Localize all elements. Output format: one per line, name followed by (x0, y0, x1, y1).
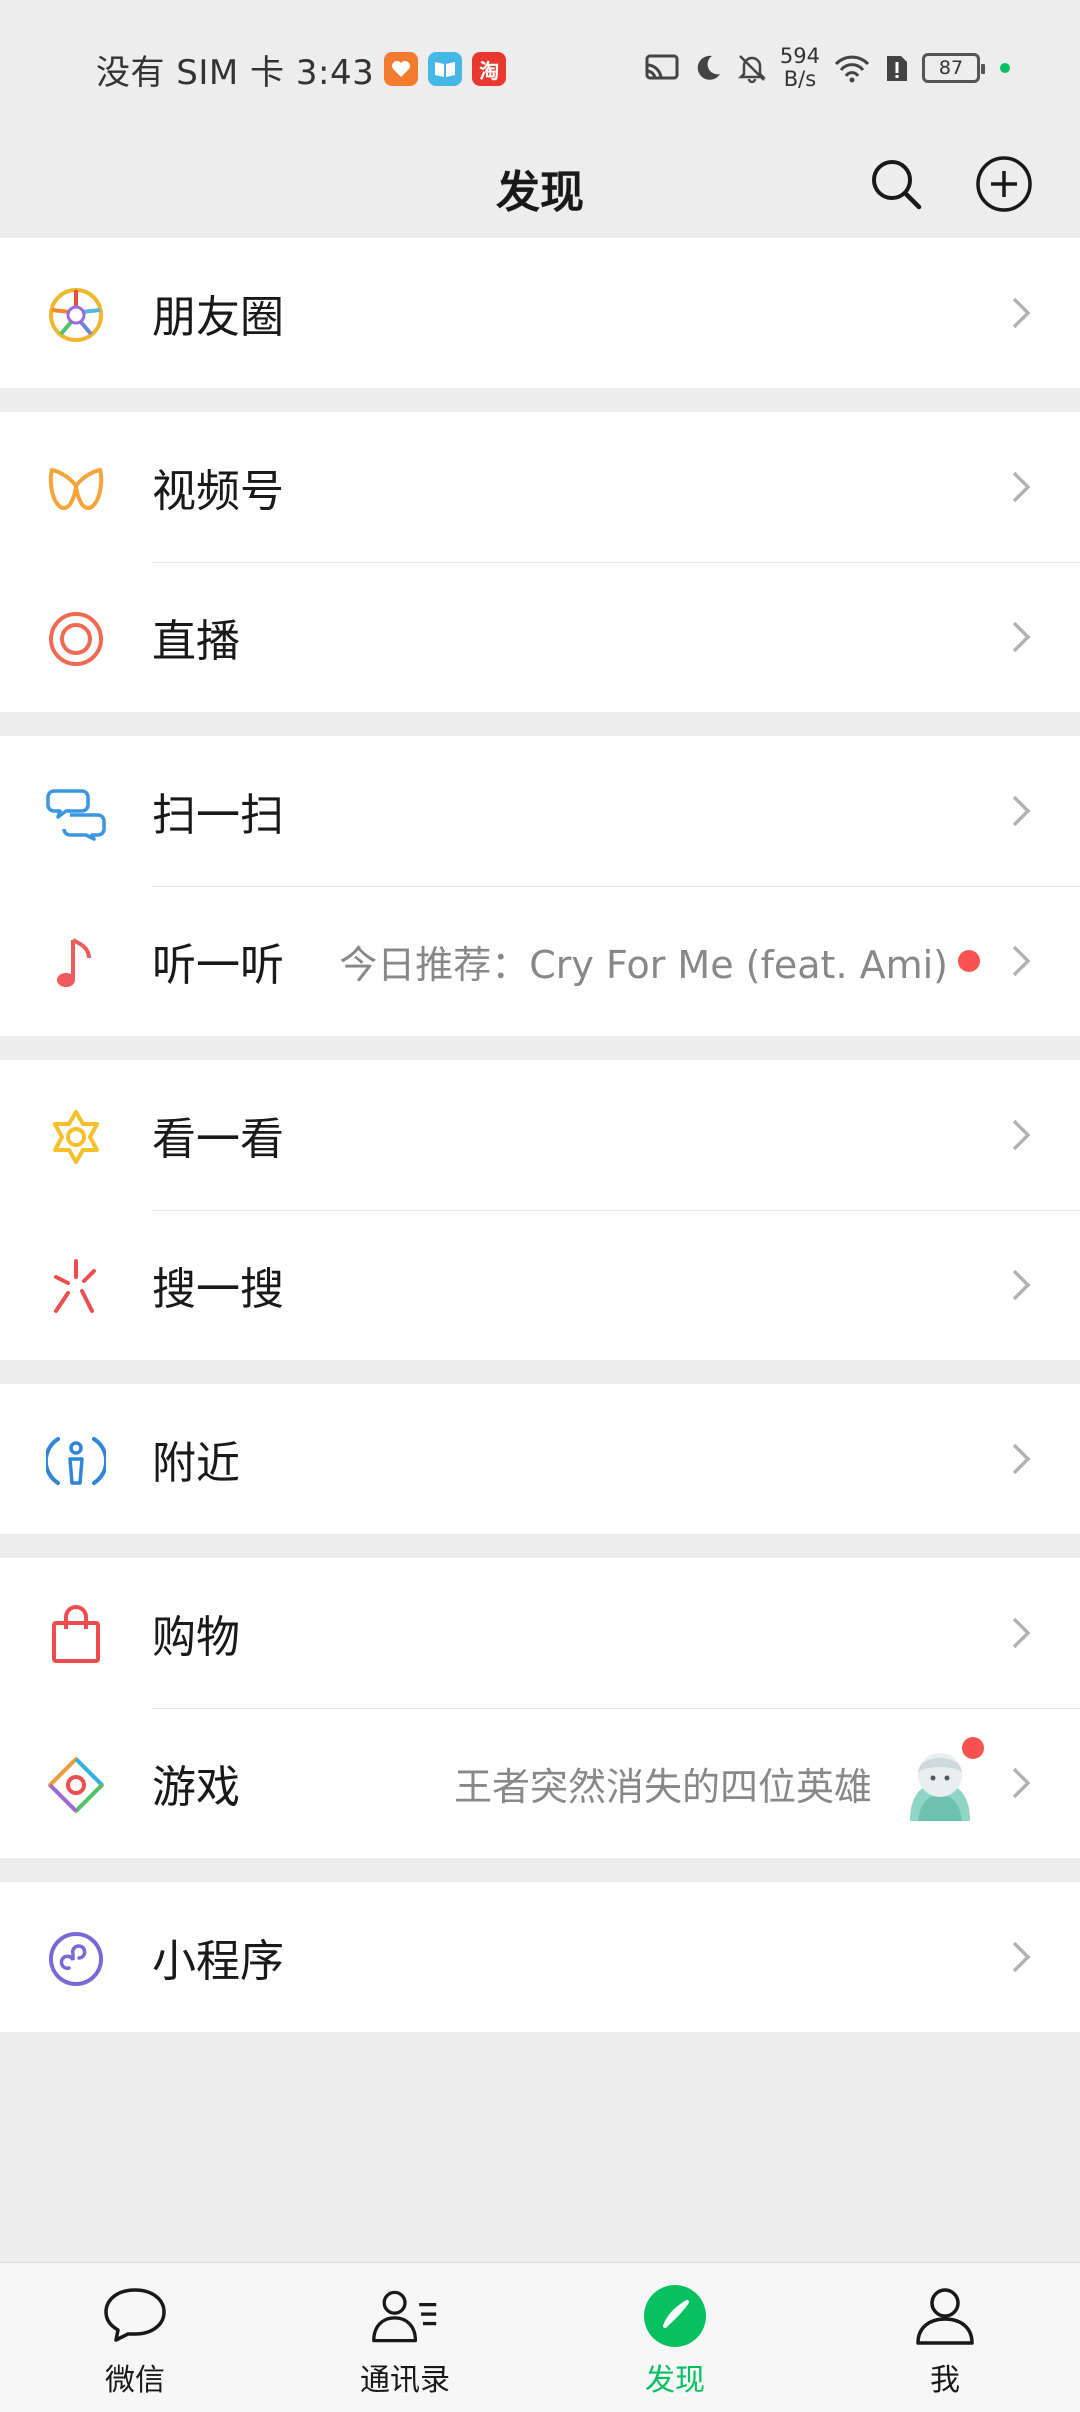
list-item-label: 搜一搜 (152, 1264, 284, 1315)
list-item-label: 购物 (152, 1612, 240, 1663)
music-note-icon (44, 931, 108, 995)
nearby-icon (44, 1429, 108, 1493)
tab-label: 通讯录 (360, 2363, 450, 2398)
sim-alert-icon (887, 56, 907, 81)
list-item-top-stories[interactable]: 看一看 (0, 1060, 1080, 1210)
search-icon[interactable] (864, 152, 928, 216)
mini-programs-icon (44, 1927, 108, 1991)
chevron-right-icon (1012, 621, 1031, 653)
games-promo: 王者突然消失的四位英雄 (453, 1737, 984, 1823)
tab-label: 微信 (105, 2363, 165, 2398)
list-group: 朋友圈 (0, 238, 1080, 388)
search-spark-icon (44, 1255, 108, 1319)
list-item-moments[interactable]: 朋友圈 (0, 238, 1080, 388)
tab-me[interactable]: 我 (810, 2263, 1080, 2412)
list-group: 扫一扫 听一听 今日推荐：Cry For Me (feat. Ami) (0, 736, 1080, 1036)
nav-bar: 发现 (0, 130, 1080, 238)
listen-recommendation: 今日推荐：Cry For Me (feat. Ami) (339, 934, 980, 989)
cast-icon (645, 54, 679, 80)
chevron-right-icon (1012, 1941, 1031, 1973)
taobao-icon: 淘 (472, 52, 507, 86)
taobao-heart-icon (384, 52, 419, 86)
chevron-right-icon (1012, 1617, 1031, 1649)
live-icon (44, 607, 108, 671)
chevron-right-icon (1012, 471, 1031, 503)
chevron-right-icon (1012, 945, 1031, 977)
list-item-games[interactable]: 游戏 王者突然消失的四位英雄 (0, 1708, 1080, 1858)
list-group: 视频号 直播 (0, 412, 1080, 712)
moon-icon (697, 55, 720, 80)
list-item-label: 听一听 (152, 940, 284, 991)
chevron-right-icon (1012, 795, 1031, 827)
list-item-label: 游戏 (152, 1762, 240, 1813)
list-item-label: 小程序 (152, 1936, 284, 1987)
game-avatar-thumbnail (900, 1737, 984, 1823)
channels-icon (44, 457, 108, 521)
list-group: 看一看 搜一搜 (0, 1060, 1080, 1360)
list-item-label: 朋友圈 (152, 292, 284, 343)
moments-icon (44, 283, 108, 347)
book-icon (428, 52, 463, 86)
privacy-dot (1000, 63, 1010, 73)
tab-label: 我 (930, 2363, 960, 2398)
scan-icon (44, 781, 108, 845)
status-right: 594 B/s 87 (644, 40, 1010, 96)
carrier-time-text: 没有 SIM 卡 3:43 (96, 52, 375, 93)
tab-discover[interactable]: 发现 (540, 2263, 810, 2412)
battery-indicator: 87 (922, 53, 985, 83)
list-group: 购物 游戏 王者突然消失的四位英雄 (0, 1558, 1080, 1858)
list-item-label: 看一看 (152, 1114, 284, 1165)
wifi-icon (834, 55, 870, 83)
list-item-mini-programs[interactable]: 小程序 (0, 1882, 1080, 2032)
list-item-shopping[interactable]: 购物 (0, 1558, 1080, 1708)
contacts-icon (370, 2281, 440, 2351)
top-stories-icon (44, 1105, 108, 1169)
list-item-label: 附近 (152, 1438, 240, 1489)
status-left: 没有 SIM 卡 3:43 淘 (96, 44, 507, 94)
speed-value: 594 (779, 44, 820, 68)
list-item-nearby[interactable]: 附近 (0, 1384, 1080, 1534)
me-icon (910, 2281, 980, 2351)
list-group: 小程序 (0, 1882, 1080, 2032)
chevron-right-icon (1012, 1767, 1031, 1799)
chevron-right-icon (1012, 1443, 1031, 1475)
tab-chats[interactable]: 微信 (0, 2263, 270, 2412)
recommendation-text: 今日推荐：Cry For Me (feat. Ami) (339, 942, 948, 987)
chevron-right-icon (1012, 1269, 1031, 1301)
list-item-live[interactable]: 直播 (0, 562, 1080, 712)
discover-compass-icon (640, 2281, 710, 2351)
chat-bubble-icon (100, 2281, 170, 2351)
network-speed: 594 B/s (780, 45, 820, 91)
list-item-listen[interactable]: 听一听 今日推荐：Cry For Me (feat. Ami) (0, 886, 1080, 1036)
list-item-channels[interactable]: 视频号 (0, 412, 1080, 562)
list-item-label: 扫一扫 (152, 790, 284, 841)
screen: 没有 SIM 卡 3:43 淘 594 B/s 87 发现 朋友圈 视频号 直播… (0, 0, 1080, 2412)
add-plus-icon[interactable] (972, 152, 1036, 216)
chevron-right-icon (1012, 1119, 1031, 1151)
bottom-tab-bar: 微信 通讯录 发现 我 (0, 2262, 1080, 2412)
tab-contacts[interactable]: 通讯录 (270, 2263, 540, 2412)
promo-text: 王者突然消失的四位英雄 (453, 1764, 872, 1809)
list-item-search[interactable]: 搜一搜 (0, 1210, 1080, 1360)
speed-unit: B/s (783, 67, 817, 91)
status-bar: 没有 SIM 卡 3:43 淘 594 B/s 87 (0, 0, 1080, 130)
tab-label: 发现 (645, 2363, 705, 2398)
shopping-bag-icon (44, 1603, 108, 1667)
games-icon (44, 1753, 108, 1817)
list-item-scan[interactable]: 扫一扫 (0, 736, 1080, 886)
unread-dot (958, 950, 980, 972)
chevron-right-icon (1012, 297, 1031, 329)
list-item-label: 直播 (152, 616, 240, 667)
bell-off-icon (737, 55, 766, 84)
list-item-label: 视频号 (152, 466, 284, 517)
discover-list: 朋友圈 视频号 直播 扫一扫 听一听 今日推荐：Cry For Me (feat… (0, 238, 1080, 2056)
list-group: 附近 (0, 1384, 1080, 1534)
unread-dot (962, 1737, 984, 1759)
